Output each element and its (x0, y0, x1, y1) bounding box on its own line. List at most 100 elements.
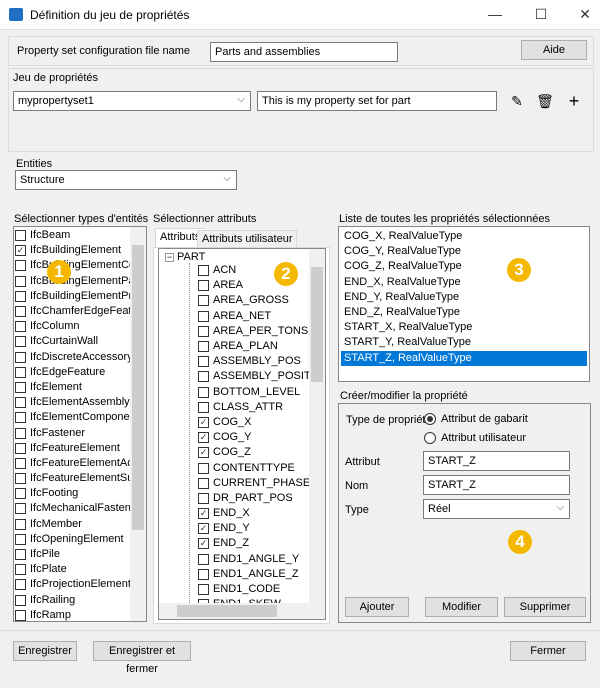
entity-type-item[interactable]: IfcRailing (15, 593, 130, 608)
checkbox[interactable] (15, 366, 26, 378)
checkbox[interactable] (15, 412, 26, 424)
attribute-item[interactable]: ✓ COG_X (198, 415, 325, 430)
tab-user-attributes[interactable]: Attributs utilisateur (197, 230, 298, 248)
propset-description-input[interactable]: This is my property set for part (257, 91, 497, 111)
entity-type-item[interactable]: IfcPlate (15, 562, 130, 577)
close-window-button[interactable]: ✕ (570, 4, 600, 24)
checkbox[interactable] (198, 371, 209, 383)
checkbox-checked[interactable]: ✓ (198, 416, 209, 428)
checkbox[interactable] (198, 584, 209, 596)
selected-prop-item[interactable]: COG_X, RealValueType (341, 229, 587, 244)
checkbox[interactable] (15, 336, 26, 348)
selected-prop-item[interactable]: END_X, RealValueType (341, 275, 587, 290)
entity-type-item[interactable]: IfcFeatureElementSubtraction (15, 471, 130, 486)
edit-icon[interactable]: ✎ (506, 90, 528, 112)
attribute-input[interactable]: START_Z (423, 451, 570, 471)
entity-type-item[interactable]: IfcDiscreteAccessory (15, 350, 130, 365)
selected-prop-item[interactable]: START_Y, RealValueType (341, 335, 587, 350)
checkbox[interactable] (15, 457, 26, 469)
attribute-item[interactable]: ✓ END_X (198, 506, 325, 521)
entity-type-item[interactable]: IfcElementComponent (15, 410, 130, 425)
attribute-item[interactable]: AREA_PER_TONS (198, 324, 325, 339)
checkbox-checked[interactable]: ✓ (198, 538, 209, 550)
attribute-item[interactable]: ✓ END_Z (198, 536, 325, 551)
propset-select[interactable]: mypropertyset1 ⌵ (13, 91, 251, 111)
entity-type-item[interactable]: IfcMechanicalFastener (15, 501, 130, 516)
config-file-input[interactable]: Parts and assemblies (210, 42, 398, 62)
entity-type-item[interactable]: IfcFeatureElementAddition (15, 456, 130, 471)
checkbox-checked[interactable]: ✓ (198, 432, 209, 444)
selected-prop-item[interactable]: COG_Z, RealValueType (341, 259, 587, 274)
entity-type-item[interactable]: IfcRamp (15, 608, 130, 621)
name-input[interactable]: START_Z (423, 475, 570, 495)
attribute-item[interactable]: END1_ANGLE_Z (198, 567, 325, 582)
checkbox[interactable] (198, 341, 209, 353)
entity-type-item[interactable]: IfcElement (15, 380, 130, 395)
entity-type-item[interactable]: IfcChamferEdgeFeature (15, 304, 130, 319)
collapse-icon[interactable]: − (165, 252, 174, 262)
entity-type-item[interactable]: ✓ IfcBuildingElement (15, 243, 130, 258)
entity-types-scrollbar[interactable] (130, 227, 146, 621)
checkbox[interactable] (198, 568, 209, 580)
entity-type-item[interactable]: IfcProjectionElement (15, 577, 130, 592)
attribute-item[interactable]: ASSEMBLY_POSITION_CODE (198, 369, 325, 384)
entity-type-item[interactable]: IfcColumn (15, 319, 130, 334)
checkbox[interactable] (15, 306, 26, 318)
entity-type-item[interactable]: IfcPile (15, 547, 130, 562)
entity-type-item[interactable]: IfcBuildingElementComponent (15, 258, 130, 273)
attribute-item[interactable]: BOTTOM_LEVEL (198, 385, 325, 400)
checkbox[interactable] (198, 477, 209, 489)
entity-type-item[interactable]: IfcBuildingElementProxy (15, 289, 130, 304)
attribute-item[interactable]: ✓ COG_Y (198, 430, 325, 445)
checkbox[interactable] (15, 427, 26, 439)
checkbox[interactable] (15, 503, 26, 515)
radio-user-attribute[interactable]: Attribut utilisateur (424, 432, 526, 445)
checkbox[interactable] (15, 564, 26, 576)
checkbox[interactable] (15, 533, 26, 545)
checkbox[interactable] (198, 325, 209, 337)
checkbox[interactable] (15, 518, 26, 530)
checkbox[interactable] (198, 310, 209, 322)
checkbox[interactable] (15, 230, 26, 242)
checkbox-checked[interactable]: ✓ (198, 508, 209, 520)
tree-root[interactable]: − PART (159, 249, 325, 263)
add-button[interactable]: Ajouter (345, 597, 409, 617)
checkbox-checked[interactable]: ✓ (198, 447, 209, 459)
attribute-item[interactable]: DR_PART_POS (198, 491, 325, 506)
checkbox[interactable] (15, 290, 26, 302)
type-select[interactable]: Réel ⌵ (423, 499, 570, 519)
maximize-button[interactable]: ☐ (526, 4, 556, 24)
attribute-item[interactable]: AREA_PLAN (198, 339, 325, 354)
entities-select[interactable]: Structure ⌵ (15, 170, 237, 190)
modify-button[interactable]: Modifier (425, 597, 498, 617)
selected-prop-item[interactable]: START_Z, RealValueType (341, 350, 587, 366)
attribute-item[interactable]: AREA_GROSS (198, 293, 325, 308)
checkbox[interactable] (15, 260, 26, 272)
checkbox[interactable] (198, 356, 209, 368)
selected-prop-item[interactable]: END_Y, RealValueType (341, 290, 587, 305)
entity-type-item[interactable]: IfcFooting (15, 486, 130, 501)
checkbox[interactable] (15, 609, 26, 621)
checkbox[interactable] (15, 381, 26, 393)
checkbox[interactable] (15, 594, 26, 606)
help-button[interactable]: Aide (521, 40, 587, 60)
entity-type-item[interactable]: IfcFeatureElement (15, 441, 130, 456)
checkbox-checked[interactable]: ✓ (198, 523, 209, 535)
checkbox[interactable] (198, 280, 209, 292)
entity-type-item[interactable]: IfcBeam (15, 228, 130, 243)
attribute-item[interactable]: CLASS_ATTR (198, 400, 325, 415)
attribute-item[interactable]: AREA (198, 278, 325, 293)
attribute-item[interactable]: CONTENTTYPE (198, 460, 325, 475)
checkbox-checked[interactable]: ✓ (15, 245, 26, 257)
selected-prop-item[interactable]: START_X, RealValueType (341, 320, 587, 335)
entity-type-item[interactable]: IfcEdgeFeature (15, 365, 130, 380)
checkbox[interactable] (198, 386, 209, 398)
radio-template-attribute[interactable]: Attribut de gabarit (424, 413, 528, 426)
entity-type-item[interactable]: IfcMember (15, 517, 130, 532)
delete-button[interactable]: Supprimer (504, 597, 586, 617)
checkbox[interactable] (15, 321, 26, 333)
entity-type-item[interactable]: IfcCurtainWall (15, 334, 130, 349)
checkbox[interactable] (198, 492, 209, 504)
entity-type-item[interactable]: IfcBuildingElementPart (15, 274, 130, 289)
checkbox[interactable] (15, 442, 26, 454)
